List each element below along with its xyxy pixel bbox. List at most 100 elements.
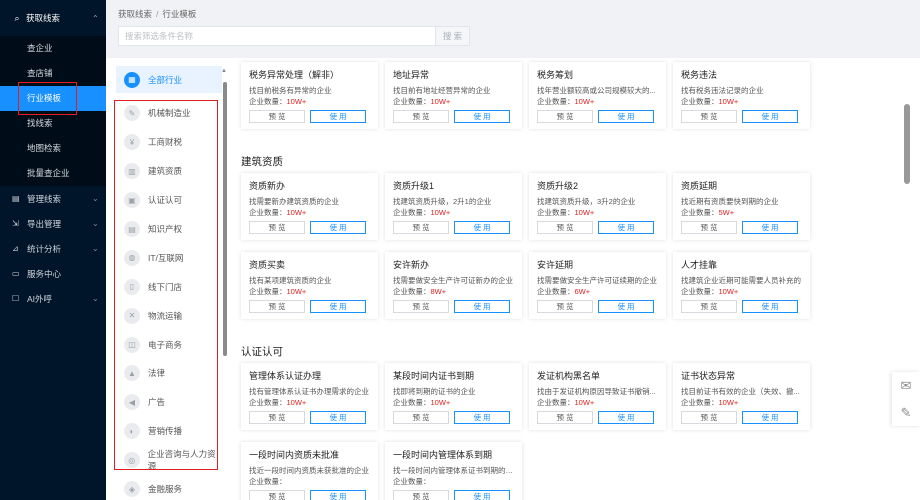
use-button[interactable]: 使 用 bbox=[742, 411, 798, 424]
preview-button[interactable]: 预 览 bbox=[537, 221, 593, 234]
preview-button[interactable]: 预 览 bbox=[681, 221, 737, 234]
preview-button[interactable]: 预 览 bbox=[393, 490, 449, 500]
nav-item-chart[interactable]: ⊿ 统计分析 ⌄ bbox=[0, 236, 106, 261]
template-card: 某段时间内证书到期 找即将到期的证书的企业 企业数量：10W+ 预 览使 用 bbox=[385, 363, 522, 430]
card-title: 资质升级1 bbox=[393, 181, 435, 191]
category-item[interactable]: ▦ 全部行业 bbox=[116, 66, 222, 93]
search-button[interactable]: 搜 索 bbox=[436, 26, 470, 46]
category-label: 金融服务 bbox=[148, 484, 183, 495]
preview-button[interactable]: 预 览 bbox=[537, 300, 593, 313]
category-item[interactable]: ◎ 企业咨询与人力资源 bbox=[116, 446, 222, 475]
globe-icon: ◍ bbox=[124, 249, 140, 266]
search-input[interactable] bbox=[118, 26, 436, 46]
message-icon[interactable]: ✉ bbox=[892, 372, 920, 399]
people-icon: ◎ bbox=[124, 452, 140, 469]
scroll-up-icon[interactable]: ▲ bbox=[221, 68, 227, 74]
use-button[interactable]: 使 用 bbox=[310, 490, 366, 500]
category-item[interactable]: ▯ 线下门店 bbox=[116, 272, 222, 301]
category-item[interactable]: ◫ 电子商务 bbox=[116, 330, 222, 359]
card-description: 找一段时间内管理体系证书到期的企业 bbox=[393, 466, 514, 475]
preview-button[interactable]: 预 览 bbox=[393, 411, 449, 424]
category-scroll-thumb[interactable] bbox=[223, 82, 227, 356]
category-item[interactable]: ◈ 金融服务 bbox=[116, 475, 222, 500]
use-button[interactable]: 使 用 bbox=[454, 221, 510, 234]
use-button[interactable]: 使 用 bbox=[742, 221, 798, 234]
preview-button[interactable]: 预 览 bbox=[249, 221, 305, 234]
chart-icon: ⊿ bbox=[12, 244, 19, 253]
card-count: 企业数量：10W+ bbox=[393, 207, 514, 218]
count-label: 企业数量： bbox=[393, 477, 431, 486]
preview-button[interactable]: 预 览 bbox=[393, 110, 449, 123]
category-item[interactable]: ✎ 机械制造业 bbox=[116, 99, 222, 128]
use-button[interactable]: 使 用 bbox=[598, 221, 654, 234]
card-title: 地址异常 bbox=[393, 70, 430, 80]
card-description: 找目前税务有异常的企业 bbox=[249, 86, 332, 95]
category-label: 工商财税 bbox=[148, 137, 183, 148]
preview-button[interactable]: 预 览 bbox=[249, 411, 305, 424]
category-label: 企业咨询与人力资源 bbox=[147, 449, 216, 472]
use-button[interactable]: 使 用 bbox=[310, 411, 366, 424]
preview-button[interactable]: 预 览 bbox=[537, 110, 593, 123]
preview-button[interactable]: 预 览 bbox=[681, 300, 737, 313]
card-description: 找建筑资质升级，3升2的企业 bbox=[537, 197, 636, 206]
card-description: 找需要新办建筑资质的企业 bbox=[249, 197, 339, 206]
card-actions: 预 览使 用 bbox=[393, 110, 514, 123]
nav-item-search-company[interactable]: 查企业 bbox=[0, 36, 106, 61]
preview-button[interactable]: 预 览 bbox=[393, 221, 449, 234]
use-button[interactable]: 使 用 bbox=[742, 300, 798, 313]
category-item[interactable]: ▣ 认证认可 bbox=[116, 186, 222, 215]
nav-item-batch-search[interactable]: 批量查企业 bbox=[0, 161, 106, 186]
card-count: 企业数量：10W+ bbox=[537, 96, 658, 107]
preview-button[interactable]: 预 览 bbox=[249, 490, 305, 500]
category-scrollbar[interactable]: ▲ bbox=[221, 68, 227, 492]
template-scroll-thumb[interactable] bbox=[904, 104, 910, 184]
category-item[interactable]: ¥ 工商财税 bbox=[116, 128, 222, 157]
use-button[interactable]: 使 用 bbox=[310, 110, 366, 123]
nav-item-phone[interactable]: ☐ AI外呼 ⌄ bbox=[0, 286, 106, 311]
preview-button[interactable]: 预 览 bbox=[249, 300, 305, 313]
category-label: 知识产权 bbox=[148, 224, 183, 234]
category-item[interactable]: ◀ 广告 bbox=[116, 388, 222, 417]
preview-button[interactable]: 预 览 bbox=[681, 411, 737, 424]
edit-icon[interactable]: ✎ bbox=[892, 399, 920, 426]
nav-item-label: AI外呼 bbox=[27, 293, 53, 304]
preview-button[interactable]: 预 览 bbox=[681, 110, 737, 123]
store-icon: ▯ bbox=[124, 278, 140, 295]
category-item[interactable]: ▲ 法律 bbox=[116, 359, 222, 388]
use-button[interactable]: 使 用 bbox=[598, 411, 654, 424]
use-button[interactable]: 使 用 bbox=[310, 300, 366, 313]
use-button[interactable]: 使 用 bbox=[454, 490, 510, 500]
nav-group-get-leads[interactable]: ⌕ 获取线索 ⌃ bbox=[0, 0, 106, 36]
nav-item-export[interactable]: ⇲ 导出管理 ⌄ bbox=[0, 211, 106, 236]
use-button[interactable]: 使 用 bbox=[598, 300, 654, 313]
use-button[interactable]: 使 用 bbox=[742, 110, 798, 123]
category-item[interactable]: ▥ 建筑资质 bbox=[116, 157, 222, 186]
card-actions: 预 览使 用 bbox=[681, 411, 802, 424]
use-button[interactable]: 使 用 bbox=[454, 411, 510, 424]
template-card: 资质新办 找需要新办建筑资质的企业 企业数量：10W+ 预 览使 用 bbox=[241, 173, 378, 240]
use-button[interactable]: 使 用 bbox=[598, 110, 654, 123]
category-item[interactable]: ◐ 营销传播 bbox=[116, 417, 222, 446]
count-value: 10W+ bbox=[286, 287, 307, 296]
nav-item-industry-template[interactable]: 行业模板 bbox=[0, 82, 106, 115]
card-title: 安许新办 bbox=[393, 260, 430, 270]
wrench-icon: ✎ bbox=[124, 105, 140, 122]
nav-item-label: 统计分析 bbox=[27, 243, 62, 254]
breadcrumb-parent[interactable]: 获取线索 bbox=[118, 9, 152, 19]
nav-item-map-search[interactable]: 地图检索 bbox=[0, 136, 106, 161]
nav-item-service[interactable]: ▭ 服务中心 bbox=[0, 261, 106, 286]
category-item[interactable]: ◍ IT/互联网 bbox=[116, 243, 222, 272]
use-button[interactable]: 使 用 bbox=[454, 110, 510, 123]
card-description: 找即将到期的证书的企业 bbox=[393, 387, 476, 396]
preview-button[interactable]: 预 览 bbox=[537, 411, 593, 424]
category-item[interactable]: ▤ 知识产权 bbox=[116, 215, 222, 244]
category-item[interactable]: ✕ 物流运输 bbox=[116, 301, 222, 330]
nav-item-folder[interactable]: ▤ 管理线索 ⌄ bbox=[0, 186, 106, 211]
card-actions: 预 览使 用 bbox=[537, 411, 658, 424]
chevron-down-icon: ⌄ bbox=[92, 219, 99, 228]
use-button[interactable]: 使 用 bbox=[310, 221, 366, 234]
count-value: 10W+ bbox=[430, 398, 451, 407]
preview-button[interactable]: 预 览 bbox=[249, 110, 305, 123]
preview-button[interactable]: 预 览 bbox=[393, 300, 449, 313]
use-button[interactable]: 使 用 bbox=[454, 300, 510, 313]
